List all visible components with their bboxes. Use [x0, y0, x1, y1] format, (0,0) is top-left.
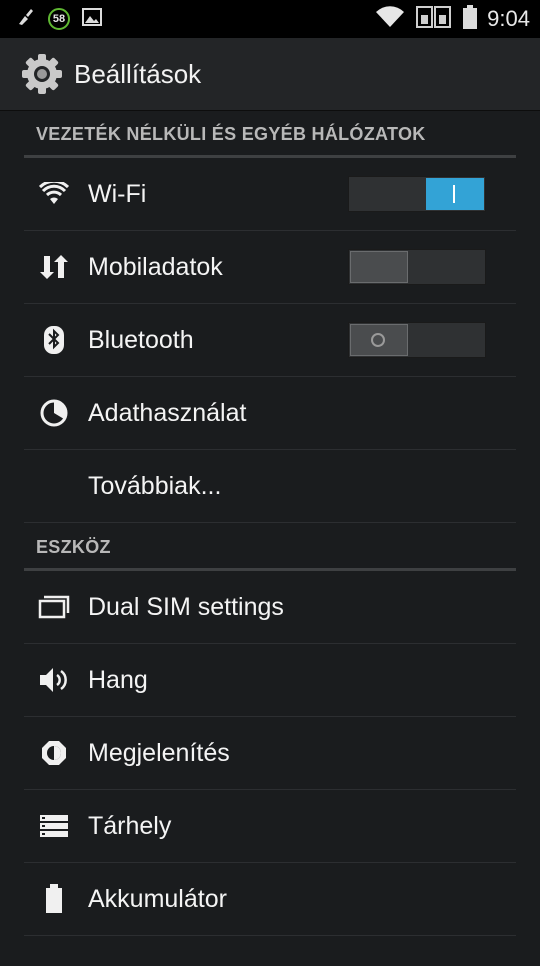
- setting-mobile-data[interactable]: Mobiladatok: [24, 231, 516, 304]
- setting-dual-sim[interactable]: Dual SIM settings: [24, 571, 516, 644]
- setting-label: Dual SIM settings: [88, 592, 284, 621]
- wifi-icon: [24, 182, 84, 206]
- setting-more[interactable]: Továbbiak...: [24, 450, 516, 523]
- setting-label: Továbbiak...: [88, 471, 222, 500]
- setting-label: Wi-Fi: [88, 179, 147, 208]
- status-bar: 58 9:04: [0, 0, 540, 38]
- setting-label: Akkumulátor: [88, 884, 227, 913]
- display-brightness-icon: [24, 737, 84, 769]
- setting-label: Mobiladatok: [88, 252, 223, 281]
- setting-display[interactable]: Megjelenítés: [24, 717, 516, 790]
- toggle-thumb: [350, 324, 408, 356]
- setting-sound[interactable]: Hang: [24, 644, 516, 717]
- setting-storage[interactable]: Tárhely: [24, 790, 516, 863]
- setting-label: Bluetooth: [88, 325, 194, 354]
- battery-icon: [463, 4, 478, 34]
- setting-partial-next: [24, 936, 516, 966]
- image-icon: [82, 7, 102, 31]
- setting-label: Adathasználat: [88, 398, 247, 427]
- toggle-thumb: [350, 251, 408, 283]
- bluetooth-toggle[interactable]: [348, 322, 486, 358]
- settings-list: VEZETÉK NÉLKÜLI ÉS EGYÉB HÁLÓZATOK Wi-Fi…: [24, 110, 516, 966]
- battery-icon: [24, 884, 84, 914]
- setting-label: Megjelenítés: [88, 738, 230, 767]
- section-header-wireless: VEZETÉK NÉLKÜLI ÉS EGYÉB HÁLÓZATOK: [24, 110, 516, 158]
- notification-badge: 58: [48, 8, 70, 30]
- toggle-thumb: [426, 178, 484, 210]
- page-title: Beállítások: [74, 58, 202, 89]
- bluetooth-icon: [24, 325, 84, 355]
- storage-icon: [24, 814, 84, 838]
- clock: 9:04: [487, 6, 530, 31]
- wifi-toggle[interactable]: [348, 176, 486, 212]
- sound-icon: [24, 665, 84, 695]
- action-bar: Beállítások: [0, 38, 540, 111]
- setting-bluetooth[interactable]: Bluetooth: [24, 304, 516, 377]
- mobile-data-toggle[interactable]: [348, 249, 486, 285]
- sim-cards-icon: [415, 5, 453, 34]
- setting-label: Hang: [88, 665, 148, 694]
- setting-wifi[interactable]: Wi-Fi: [24, 158, 516, 231]
- dual-sim-icon: [24, 595, 84, 619]
- clean-icon: [16, 7, 36, 32]
- data-usage-icon: [24, 399, 84, 427]
- settings-gear-icon[interactable]: [20, 52, 64, 96]
- setting-label: Tárhely: [88, 811, 172, 840]
- setting-data-usage[interactable]: Adathasználat: [24, 377, 516, 450]
- setting-battery[interactable]: Akkumulátor: [24, 863, 516, 936]
- mobile-data-icon: [24, 254, 84, 280]
- section-header-device: ESZKÖZ: [24, 523, 516, 571]
- wifi-icon: [375, 5, 405, 33]
